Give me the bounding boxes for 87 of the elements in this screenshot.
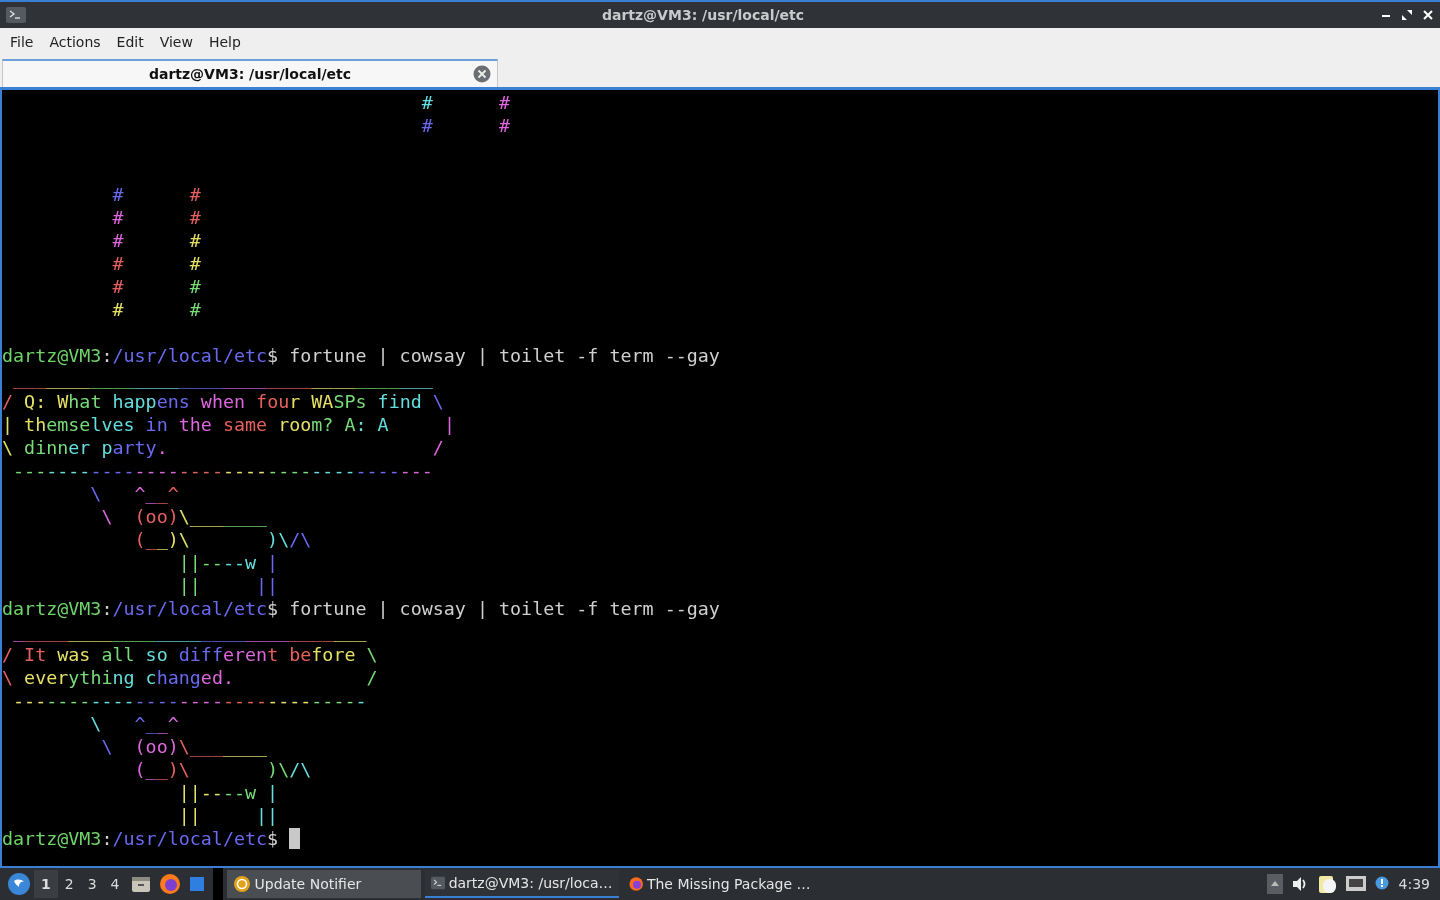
window-icon[interactable] xyxy=(188,875,205,893)
terminal-text: # xyxy=(112,253,124,274)
terminal-tab[interactable]: dartz@VM3: /usr/local/etc xyxy=(2,59,498,87)
clock-text[interactable]: 4:39 xyxy=(1398,876,1430,892)
terminal-text: \ everything changed. xyxy=(2,667,234,688)
terminal-text: ^__^ xyxy=(134,483,179,504)
prompt-symbol: $ xyxy=(267,345,279,366)
terminal-text: # xyxy=(112,276,124,297)
terminal-text: -------------------------------- xyxy=(13,690,367,711)
terminal-text: || xyxy=(178,805,201,826)
workspace-button[interactable]: 1 xyxy=(34,870,58,898)
command-text: fortune | cowsay | toilet -f term --gay xyxy=(289,345,720,366)
terminal-text: # xyxy=(189,276,201,297)
taskbar-button[interactable]: Update Notifier xyxy=(226,870,421,898)
terminal-text: | xyxy=(443,414,455,435)
workspace-button[interactable]: 4 xyxy=(103,870,127,898)
window-title: dartz@VM3: /usr/local/etc xyxy=(601,7,805,23)
command-text: fortune | cowsay | toilet -f term --gay xyxy=(289,598,720,619)
terminal-text: ^__^ xyxy=(134,713,179,734)
prompt-symbol: $ xyxy=(267,828,279,849)
terminal-text: # xyxy=(189,184,201,205)
terminal-text: ||----w | xyxy=(178,782,279,803)
menu-item[interactable]: File xyxy=(2,31,42,53)
prompt-user: dartz@VM3 xyxy=(2,598,102,619)
terminal-text: # xyxy=(112,184,124,205)
terminal-text: ||----w | xyxy=(178,552,279,573)
browser-icon[interactable] xyxy=(158,873,181,895)
menu-item[interactable]: Help xyxy=(200,31,249,53)
terminal-text: # xyxy=(112,207,124,228)
terminal-text: \ xyxy=(101,506,113,527)
prompt-separator: : xyxy=(101,828,113,849)
terminal-text: )\/\ xyxy=(267,759,312,780)
terminal-text: )\/\ xyxy=(267,529,312,550)
terminal-text: \ dinner party. xyxy=(2,437,168,458)
menu-item[interactable]: Actions xyxy=(41,31,109,53)
prompt-separator: : xyxy=(101,598,113,619)
terminal-text: / Q: What happens when four WASPs find \ xyxy=(2,391,444,412)
prompt-path: /usr/local/etc xyxy=(112,598,268,619)
prompt-user: dartz@VM3 xyxy=(2,828,102,849)
taskbar-button[interactable]: dartz@VM3: /usr/loca… xyxy=(424,870,619,898)
terminal-text: / xyxy=(366,667,378,688)
terminal-text: ________________________________ xyxy=(13,621,367,642)
workspace-button[interactable]: 2 xyxy=(57,870,81,898)
terminal-text: # xyxy=(421,92,433,113)
taskbar-button[interactable]: The Missing Package … xyxy=(622,870,817,898)
maximize-icon[interactable] xyxy=(1401,9,1413,21)
terminal-text: | themselves in the same room? A: A xyxy=(2,414,389,435)
terminal-text: # xyxy=(499,115,511,136)
terminal-text: # xyxy=(421,115,433,136)
terminal-text: (oo)\_______ xyxy=(134,506,268,527)
terminal-text: # xyxy=(499,92,511,113)
prompt-path: /usr/local/etc xyxy=(112,828,268,849)
terminal-text: # xyxy=(112,299,124,320)
terminal-text: (__)\ xyxy=(134,759,190,780)
menu-item[interactable]: Edit xyxy=(108,31,152,53)
terminal-icon xyxy=(430,874,445,892)
terminal-text: / xyxy=(432,437,444,458)
terminal-text: \ xyxy=(101,736,113,757)
terminal-text: ______________________________________ xyxy=(13,368,433,389)
terminal-text: (oo)\_______ xyxy=(134,736,268,757)
terminal-text: || xyxy=(178,575,201,596)
update-icon xyxy=(232,875,251,893)
terminal-text: || xyxy=(256,575,279,596)
menu-item[interactable]: View xyxy=(151,31,201,53)
prompt-user: dartz@VM3 xyxy=(2,345,102,366)
terminal-text: (__)\ xyxy=(134,529,190,550)
terminal-text: # xyxy=(112,230,124,251)
workspace-button[interactable]: 3 xyxy=(80,870,104,898)
terminal-text: # xyxy=(189,230,201,251)
network-icon[interactable] xyxy=(1344,875,1367,893)
terminal-text: / It was all so different before \ xyxy=(2,644,378,665)
terminal-text: \ xyxy=(90,713,102,734)
clipboard-icon[interactable] xyxy=(1316,874,1337,894)
terminal-text: # xyxy=(189,207,201,228)
prompt-path: /usr/local/etc xyxy=(112,345,268,366)
prompt-separator: : xyxy=(101,345,113,366)
terminal-text: \ xyxy=(90,483,102,504)
start-menu-icon[interactable] xyxy=(8,873,30,895)
terminal-text: -------------------------------------- xyxy=(13,460,433,481)
browser-icon xyxy=(628,875,643,893)
terminal-text: # xyxy=(189,253,201,274)
terminal-icon xyxy=(6,7,26,23)
terminal-text: # xyxy=(189,299,201,320)
prompt-symbol: $ xyxy=(267,598,279,619)
close-icon[interactable] xyxy=(1422,9,1434,21)
file-manager-icon[interactable] xyxy=(130,874,151,894)
terminal-text: || xyxy=(256,805,279,826)
